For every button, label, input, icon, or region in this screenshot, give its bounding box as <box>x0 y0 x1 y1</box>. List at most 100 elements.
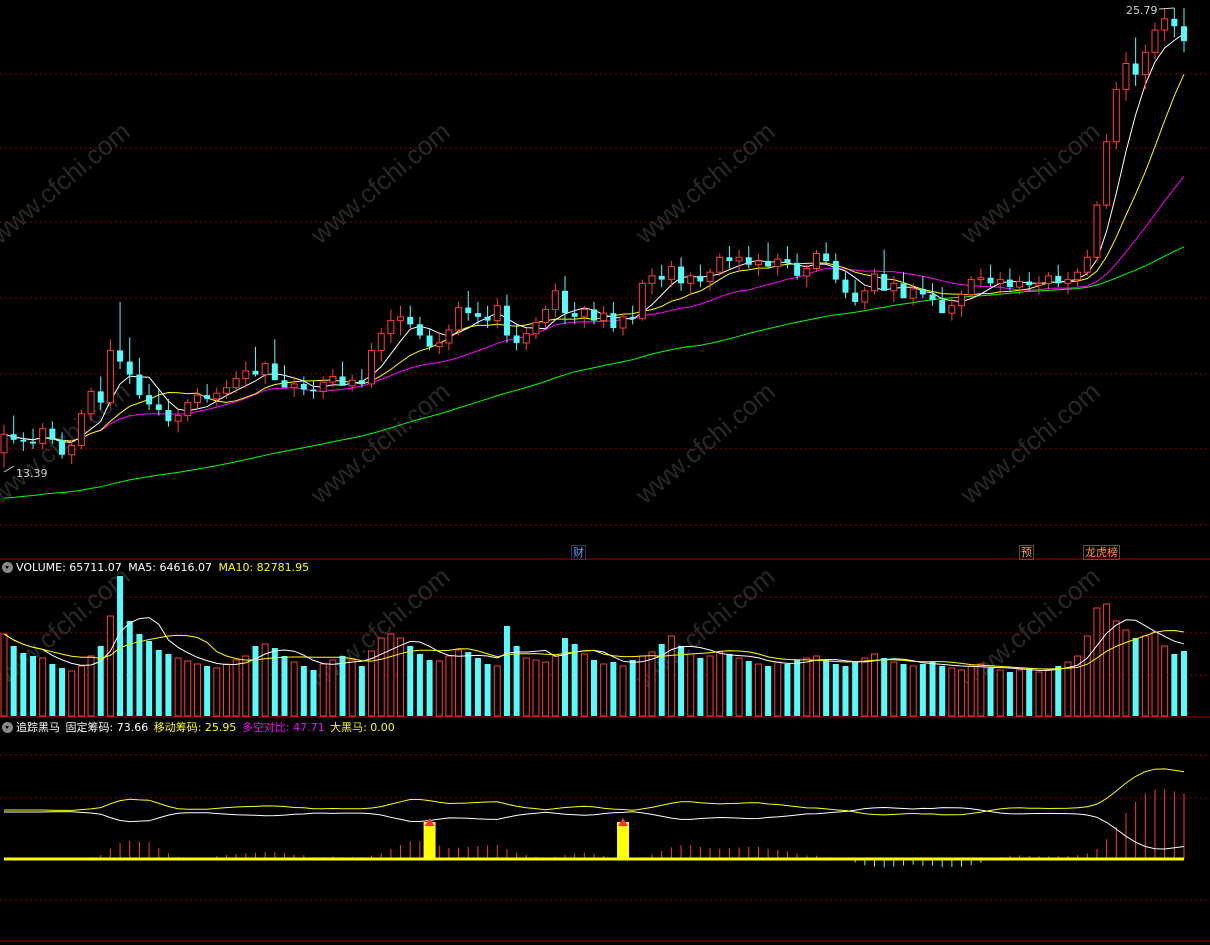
candle-body-down <box>1181 26 1187 42</box>
indicator-horse: 大黑马: 0.00 <box>330 721 395 734</box>
candle-body-up <box>319 381 327 392</box>
volume-bar-up <box>619 665 627 717</box>
volume-bar-up <box>329 659 337 717</box>
volume-bar-up <box>213 667 221 717</box>
volume-bar-down <box>561 638 568 716</box>
volume-value: VOLUME: 65711.07 <box>16 561 122 574</box>
candle-body-down <box>300 383 307 390</box>
volume-bar-up <box>551 655 559 717</box>
volume-bar-down <box>503 626 510 716</box>
candle-body-down <box>97 391 104 403</box>
volume-bar-up <box>445 655 453 717</box>
event-mark-finance[interactable]: 财 <box>571 545 586 560</box>
volume-bar-up <box>377 637 385 717</box>
indicator-fixed: 固定筹码: 73.66 <box>65 721 149 734</box>
candle-body-down <box>629 316 636 319</box>
candle-body-down <box>1026 281 1033 286</box>
volume-bar-up <box>948 667 956 717</box>
volume-bar-down <box>20 653 27 716</box>
candle-body-down <box>929 294 936 301</box>
candle-body-up <box>542 308 550 323</box>
volume-bar-down <box>126 621 133 716</box>
candle-body-down <box>407 316 414 325</box>
candle-body-down <box>165 410 172 422</box>
candle-body-down <box>842 279 849 293</box>
candle-body-down <box>126 361 133 375</box>
candle-body-down <box>59 439 66 455</box>
volume-menu-icon[interactable] <box>2 562 13 573</box>
volume-bar-up <box>222 663 230 717</box>
candle-body-down <box>136 374 143 396</box>
volume-bar-down <box>697 658 704 716</box>
candle-body-up <box>890 282 898 292</box>
volume-bar-down <box>1171 654 1178 716</box>
volume-bar-up <box>580 653 588 717</box>
candle-body-down <box>678 266 685 284</box>
candle-body-up <box>909 288 917 299</box>
event-mark-dragon-tiger[interactable]: 龙虎榜 <box>1083 545 1120 560</box>
candle-body-up <box>242 370 250 379</box>
candle-body-down <box>271 363 278 381</box>
volume-bar-up <box>1045 669 1053 717</box>
volume-bar-up <box>242 655 250 717</box>
candle-body-up <box>619 316 627 329</box>
watermark-text: www.cfchi.com <box>954 116 1106 250</box>
candle-body-down <box>610 313 617 329</box>
volume-bar-down <box>881 658 888 716</box>
volume-bar-up <box>387 633 395 717</box>
candle-body-down <box>465 307 472 314</box>
ma10-line <box>3 74 1185 442</box>
volume-bar-up <box>1093 607 1101 717</box>
volume-bar-up <box>290 661 298 717</box>
candle-body-up <box>387 320 395 335</box>
candle-body-up <box>967 279 975 296</box>
candle-body-down <box>697 275 704 282</box>
volume-bar-up <box>706 655 714 717</box>
volume-bar-up <box>348 659 356 717</box>
volume-bar-up <box>184 660 192 717</box>
watermark-text: www.cfchi.com <box>954 376 1106 510</box>
candle-body-up <box>77 413 85 446</box>
volume-bar-down <box>900 664 907 716</box>
volume-bar-up <box>774 661 782 717</box>
candle-body-up <box>348 379 356 387</box>
volume-ma10: MA10: 82781.95 <box>218 561 310 574</box>
candle-body-down <box>591 309 597 321</box>
candle-body-up <box>1161 18 1169 31</box>
indicator-menu-icon[interactable] <box>2 722 13 733</box>
volume-bar-up <box>1016 669 1024 717</box>
volume-bar-down <box>339 656 346 716</box>
candle-body-up <box>39 428 47 445</box>
volume-bar-up <box>1141 635 1149 717</box>
candle-body-up <box>735 256 743 262</box>
candle-body-up <box>1016 280 1024 288</box>
volume-bar-up <box>455 649 463 717</box>
candle-body-up <box>493 305 501 322</box>
candle-body-up <box>87 390 95 415</box>
volume-bar-up <box>1161 645 1169 717</box>
volume-bar-up <box>0 633 8 717</box>
candle-body-down <box>339 376 346 386</box>
volume-bar-up <box>232 659 240 717</box>
event-mark-forecast[interactable]: 预 <box>1019 545 1034 560</box>
candle-body-down <box>204 395 211 399</box>
volume-bar-up <box>967 665 975 717</box>
candle-body-up <box>174 415 182 422</box>
candle-body-down <box>919 288 926 295</box>
high-pointer <box>1158 7 1175 10</box>
candle-body-up <box>532 321 540 335</box>
volume-bar-up <box>909 665 917 717</box>
volume-bar-down <box>794 660 801 716</box>
candle-body-up <box>716 256 724 273</box>
candle-body-up <box>861 290 869 303</box>
volume-bar-down <box>1006 672 1013 716</box>
volume-bar-down <box>310 670 317 716</box>
volume-bar-down <box>146 641 153 716</box>
candle-body-up <box>329 375 337 383</box>
candle-body-up <box>222 387 230 394</box>
candle-body-down <box>939 300 946 314</box>
volume-bar-up <box>522 657 530 717</box>
volume-bar-up <box>1035 671 1043 717</box>
volume-bar-down <box>513 646 520 716</box>
volume-bar-down <box>426 660 433 716</box>
